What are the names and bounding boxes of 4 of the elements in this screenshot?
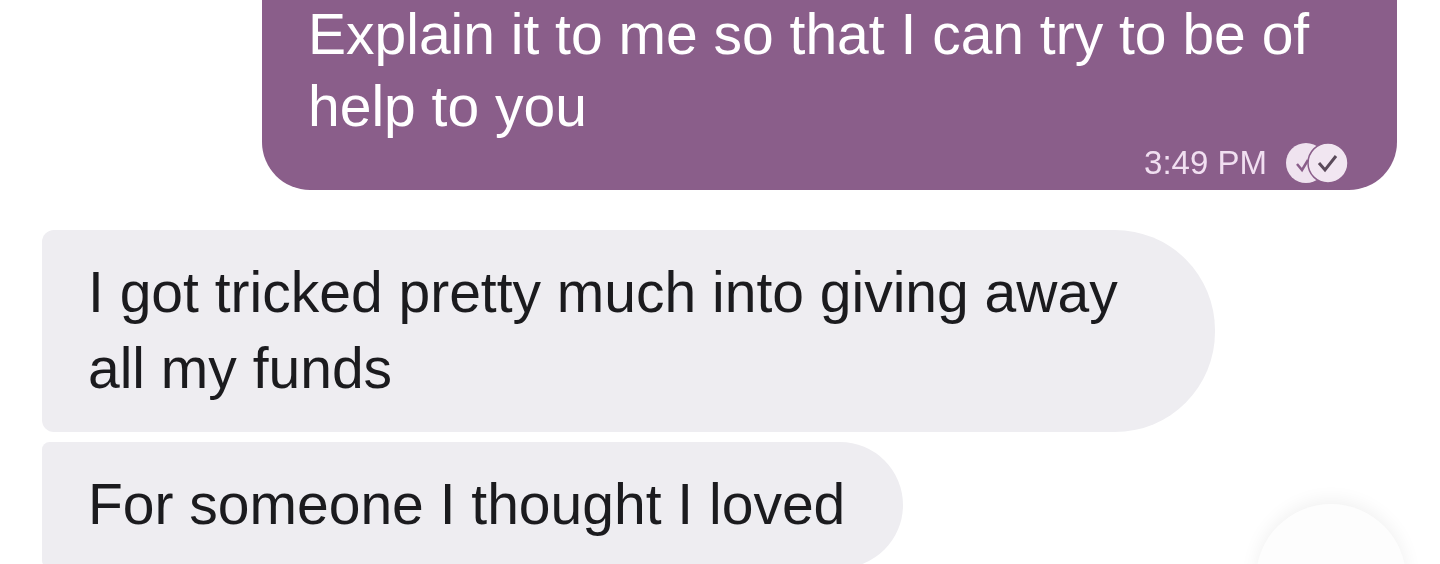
message-text: I got tricked pretty much into giving away all my funds <box>88 260 1118 400</box>
message-text: For someone I thought I loved <box>88 472 846 536</box>
message-text: Explain it to me so that I can try to be of help to you <box>308 1 1311 140</box>
message-time: 3:49 PM <box>1144 144 1267 182</box>
